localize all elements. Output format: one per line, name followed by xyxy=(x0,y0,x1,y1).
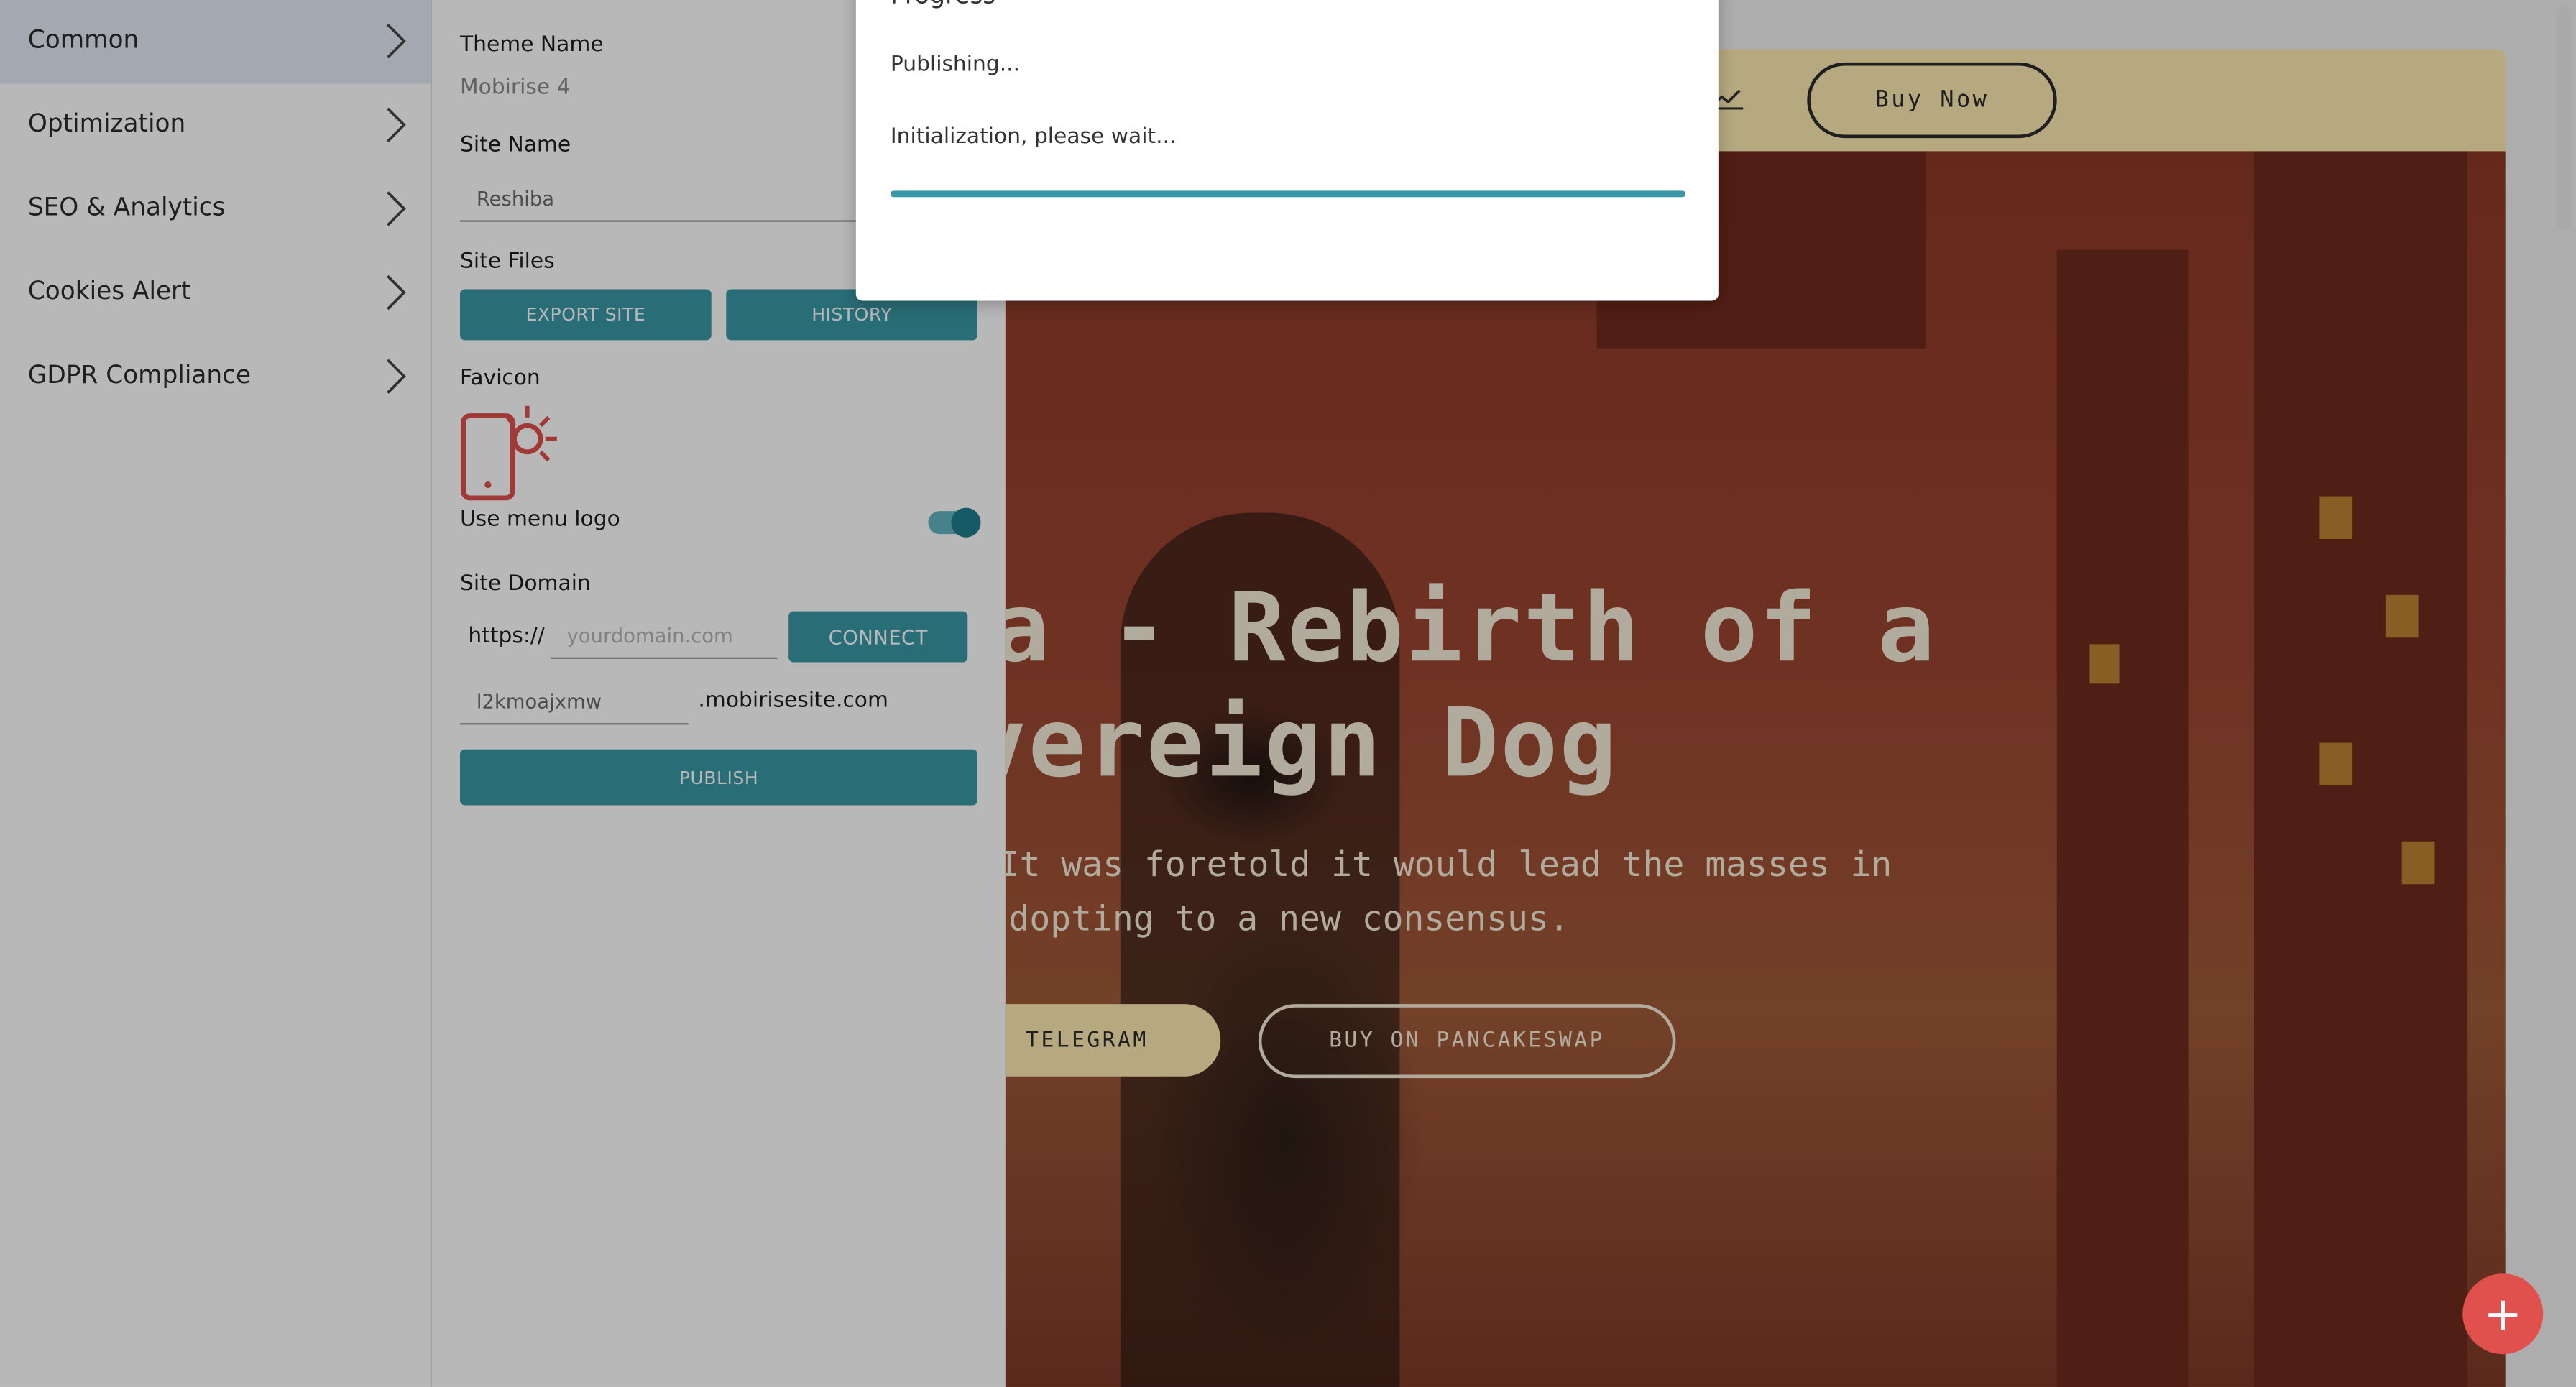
dialog-title: Progress xyxy=(891,0,995,10)
scrollbar-thumb[interactable] xyxy=(2556,6,2572,231)
progress-dialog: Progress Publishing... Initialization, p… xyxy=(855,0,1719,301)
app-window: Common Optimization SEO & Analytics Cook… xyxy=(0,0,2576,1387)
progress-bar xyxy=(890,190,1686,198)
preview-scrollbar[interactable] xyxy=(2552,0,2576,1387)
add-block-button[interactable]: + xyxy=(2462,1273,2544,1355)
publish-status-text: Publishing... xyxy=(890,52,1021,78)
progress-message: Initialization, please wait... xyxy=(890,124,1177,150)
plus-icon: + xyxy=(2483,1286,2523,1341)
progress-bar-fill xyxy=(890,190,1686,198)
